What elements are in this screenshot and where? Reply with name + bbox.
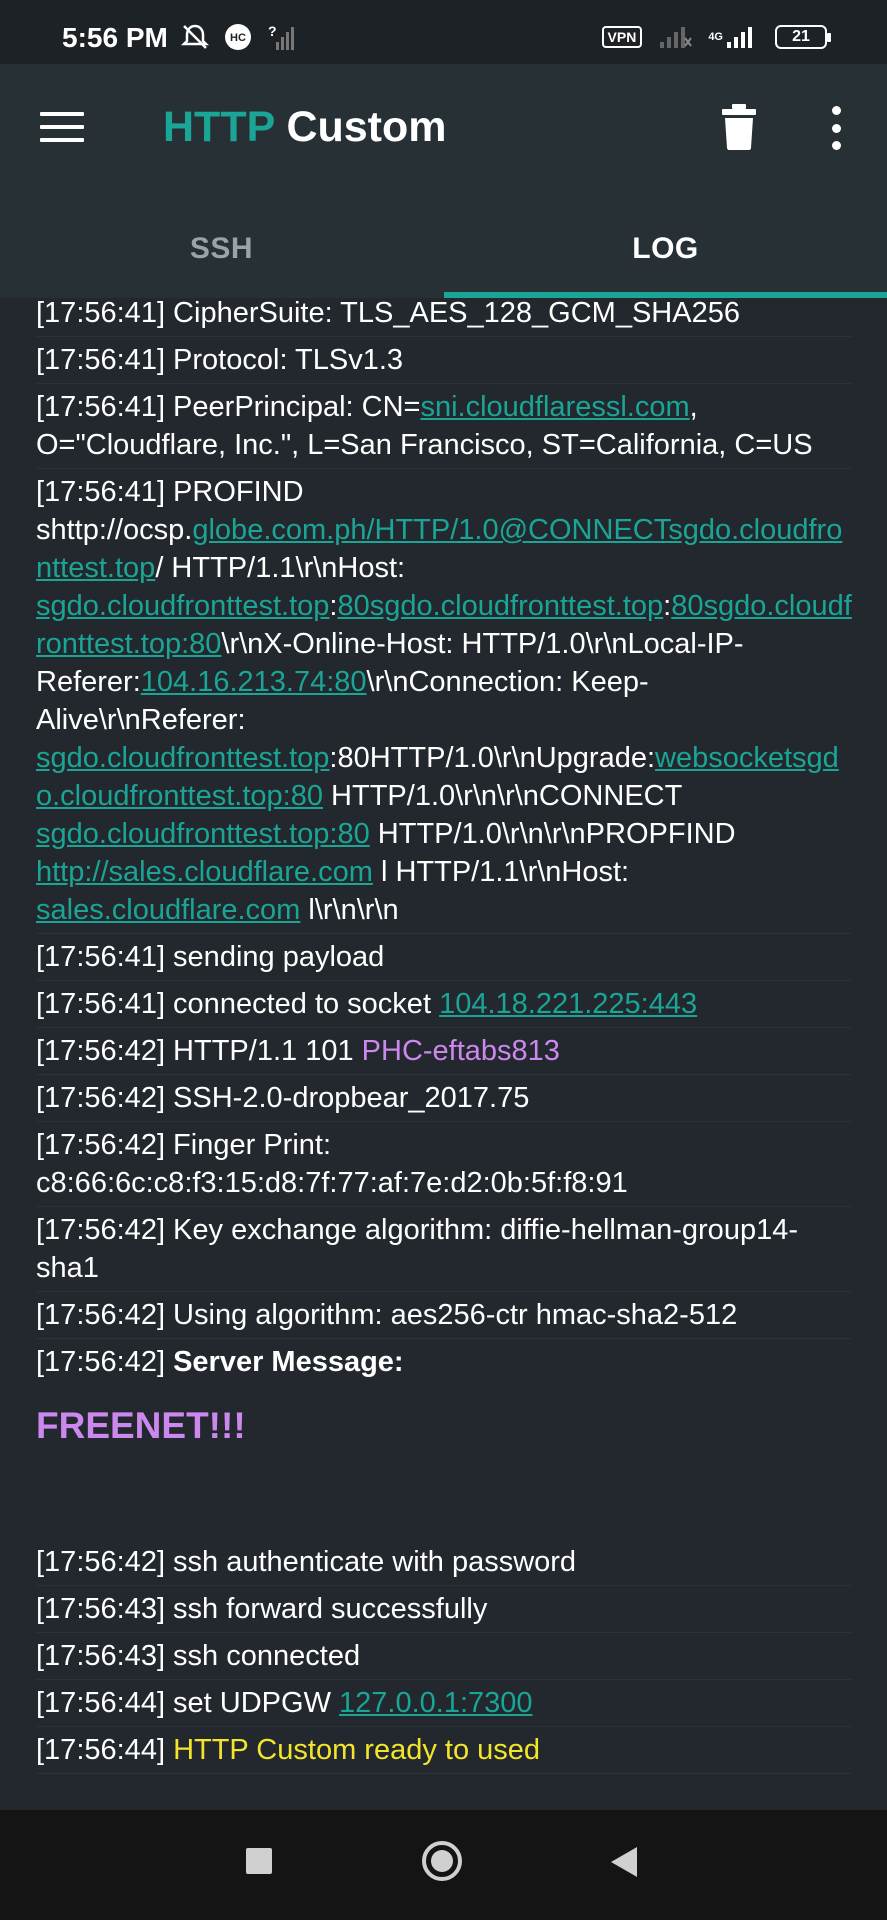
- home-icon[interactable]: [421, 1840, 463, 1882]
- ready-status-text: HTTP Custom ready to used: [173, 1734, 541, 1766]
- log-list: [17:56:41] CipherSuite: TLS_AES_128_GCM_…: [36, 298, 852, 1774]
- log-highlight: PHC-eftabs813: [361, 1035, 560, 1067]
- log-entry: [17:56:41] CipherSuite: TLS_AES_128_GCM_…: [36, 298, 852, 337]
- log-entry: [17:56:41] sending payload: [36, 934, 852, 981]
- tab-ssh[interactable]: SSH: [0, 200, 443, 298]
- server-message-label: Server Message:: [173, 1346, 404, 1378]
- log-entry-server-message: [17:56:42] Server Message: FREENET!!!: [36, 1339, 852, 1539]
- svg-text:?: ?: [268, 23, 277, 39]
- log-entry: [17:56:42] ssh authenticate with passwor…: [36, 1539, 852, 1586]
- app-title-main: Custom: [286, 103, 447, 151]
- server-message-text: FREENET!!!: [36, 1405, 246, 1446]
- trash-icon[interactable]: [722, 104, 756, 150]
- log-link[interactable]: sgdo.cloudfronttest.top:80: [36, 818, 370, 850]
- battery-icon: 21: [775, 25, 831, 49]
- app-title-accent: HTTP: [163, 103, 275, 151]
- network-type: 4G: [708, 30, 723, 43]
- log-entry: [17:56:41] PROFIND shttp://ocsp.globe.co…: [36, 469, 852, 934]
- signal-sim1-icon: [660, 27, 693, 48]
- log-link[interactable]: sgdo.cloudfronttest.top: [36, 590, 329, 622]
- log-text: HTTP/1.0\r\n\r\nCONNECT: [322, 780, 682, 812]
- log-link[interactable]: http://sales.cloudflare.com: [36, 856, 373, 888]
- log-entry: [17:56:44] set UDPGW 127.0.0.1:7300: [36, 1680, 852, 1727]
- log-link[interactable]: 80sgdo.cloudfronttest.top: [337, 590, 663, 622]
- navigation-bar: [0, 1810, 887, 1920]
- status-time: 5:56 PM: [62, 22, 168, 53]
- log-text: l\r\n\r\n: [300, 894, 399, 926]
- log-entry: [17:56:43] ssh connected: [36, 1633, 852, 1680]
- log-link[interactable]: 127.0.0.1:7300: [339, 1687, 533, 1719]
- tab-log[interactable]: LOG: [444, 200, 887, 298]
- log-link[interactable]: 104.18.221.225:443: [439, 988, 697, 1020]
- back-icon[interactable]: [609, 1845, 639, 1879]
- signal-sim2: 4G: [708, 24, 759, 50]
- more-options-icon[interactable]: [828, 106, 844, 150]
- bell-muted-icon: [180, 24, 210, 49]
- log-link[interactable]: sgdo.cloudfronttest.top: [36, 742, 329, 774]
- hc-badge-icon: HC: [225, 24, 251, 50]
- log-panel[interactable]: [17:56:41] CipherSuite: TLS_AES_128_GCM_…: [0, 298, 887, 1810]
- status-icons-right: VPN 4G 21: [601, 24, 831, 50]
- log-entry: [17:56:44] HTTP Custom ready to used: [36, 1727, 852, 1774]
- menu-icon[interactable]: [40, 112, 84, 144]
- status-bar: 5:56 PM HC ? VPN 4G 21: [0, 0, 887, 64]
- log-link[interactable]: sni.cloudflaressl.com: [420, 391, 689, 423]
- log-entry: [17:56:43] ssh forward successfully: [36, 1586, 852, 1633]
- vpn-badge: VPN: [601, 26, 643, 48]
- log-text: [17:56:42]: [36, 1346, 174, 1378]
- log-text: :: [663, 590, 672, 622]
- log-text: l HTTP/1.1\r\nHost:: [372, 856, 630, 888]
- log-link[interactable]: 104.16.213.74:80: [141, 666, 367, 698]
- tab-bar: SSH LOG: [0, 200, 887, 298]
- log-text: [17:56:44]: [36, 1734, 174, 1766]
- log-entry: [17:56:41] connected to socket 104.18.22…: [36, 981, 852, 1028]
- log-entry: [17:56:42] Key exchange algorithm: diffi…: [36, 1207, 852, 1292]
- status-icons-left: HC ?: [180, 22, 296, 52]
- log-text: HTTP/1.0\r\n\r\nPROPFIND: [369, 818, 736, 850]
- log-text: [17:56:44] set UDPGW: [36, 1687, 340, 1719]
- log-text: [17:56:41] connected to socket: [36, 988, 440, 1020]
- log-entry: [17:56:42] SSH-2.0-dropbear_2017.75: [36, 1075, 852, 1122]
- log-entry: [17:56:41] PeerPrincipal: CN=sni.cloudfl…: [36, 384, 852, 469]
- recent-apps-icon[interactable]: [246, 1848, 272, 1874]
- log-text: :80HTTP/1.0\r\nUpgrade:: [329, 742, 656, 774]
- log-entry: [17:56:42] HTTP/1.1 101 PHC-eftabs813: [36, 1028, 852, 1075]
- app-title: HTTP Custom: [163, 103, 447, 152]
- log-text: [17:56:42] HTTP/1.1 101: [36, 1035, 362, 1067]
- signal-unknown-icon: ?: [268, 23, 294, 50]
- log-entry: [17:56:42] Using algorithm: aes256-ctr h…: [36, 1292, 852, 1339]
- log-link[interactable]: sales.cloudflare.com: [36, 894, 300, 926]
- log-text: / HTTP/1.1\r\nHost:: [155, 552, 406, 584]
- log-entry: [17:56:41] Protocol: TLSv1.3: [36, 337, 852, 384]
- signal-sim2-icon: [727, 27, 752, 48]
- svg-text:HC: HC: [230, 32, 246, 44]
- log-entry: [17:56:42] Finger Print: c8:66:6c:c8:f3:…: [36, 1122, 852, 1207]
- log-text: [17:56:41] PeerPrincipal: CN=: [36, 391, 421, 423]
